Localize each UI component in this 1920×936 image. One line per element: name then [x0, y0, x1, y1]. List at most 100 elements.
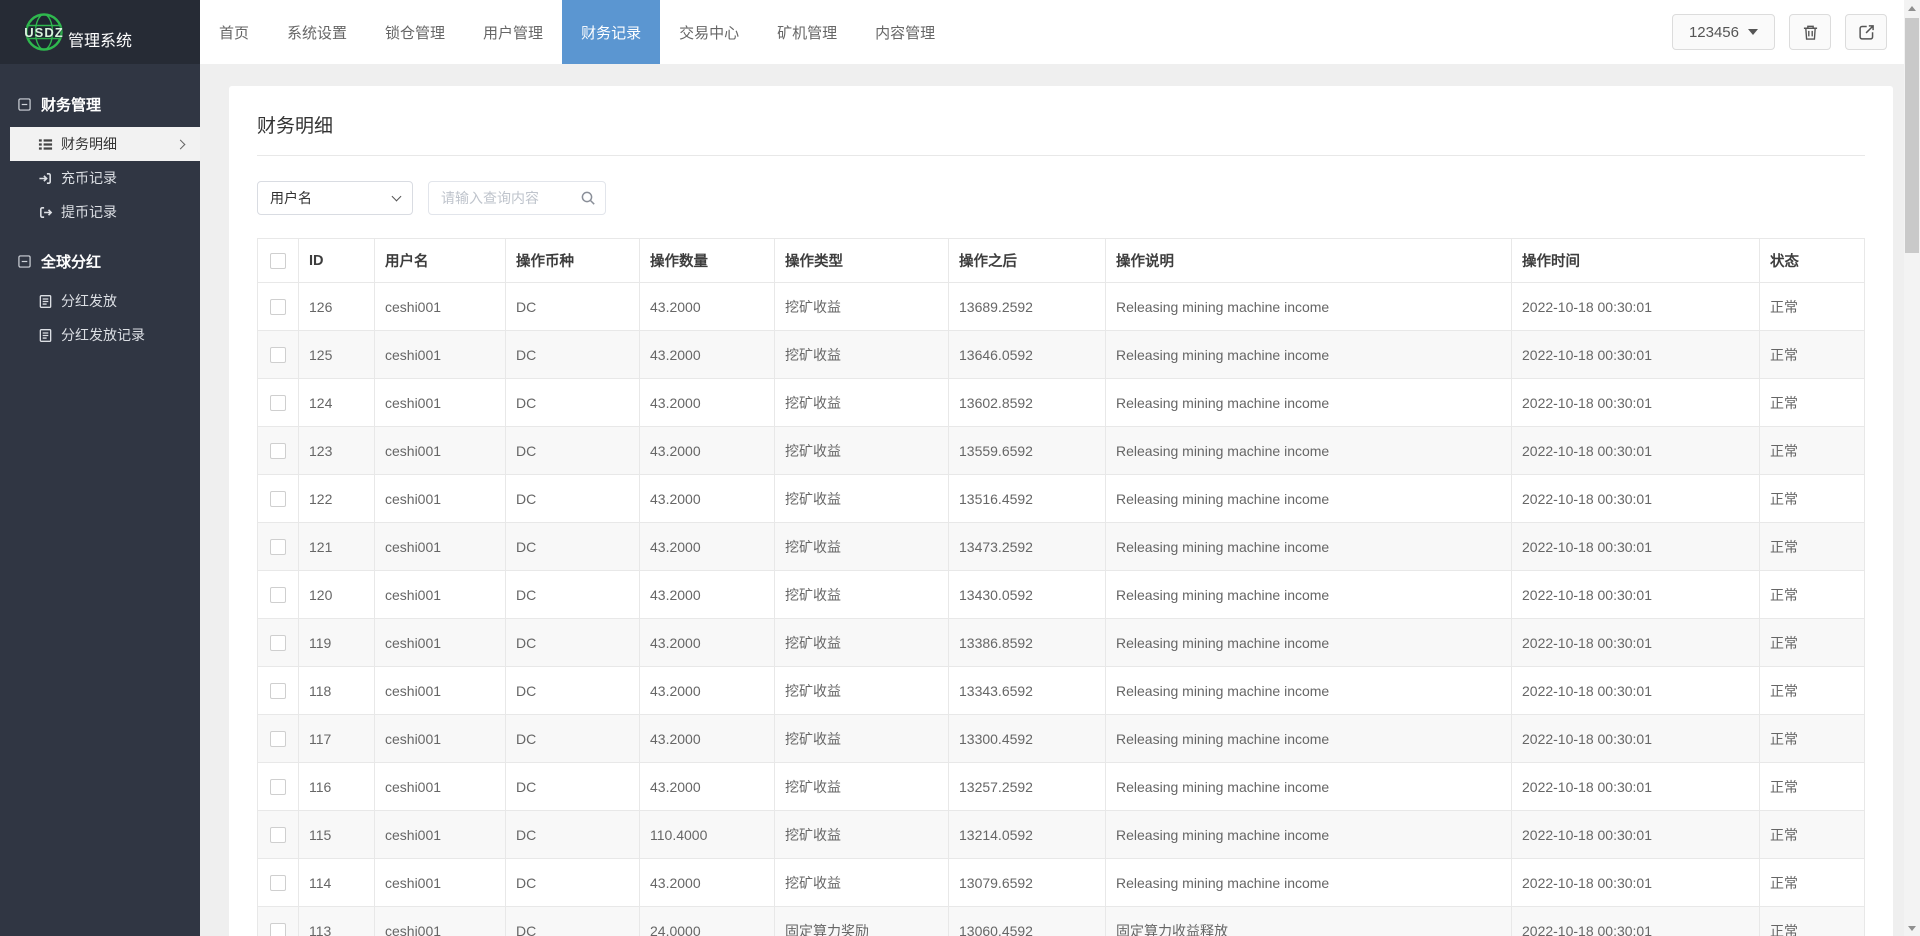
- cell-type: 挖矿收益: [775, 859, 949, 907]
- select-all-checkbox[interactable]: [270, 253, 286, 269]
- sign-out-icon: [38, 205, 53, 220]
- top-navbar: 首页 系统设置 锁仓管理 用户管理 财务记录 交易中心 矿机管理 内容管理 12…: [200, 0, 1920, 64]
- cell-username: ceshi001: [375, 907, 506, 936]
- cell-id: 116: [299, 763, 375, 811]
- cell-status: 正常: [1760, 763, 1865, 811]
- row-checkbox[interactable]: [270, 875, 286, 891]
- sidebar-section-global-dividend[interactable]: 全球分红: [0, 237, 200, 284]
- sidebar-section-label: 全球分红: [41, 251, 101, 272]
- cell-after: 13300.4592: [949, 715, 1106, 763]
- row-checkbox[interactable]: [270, 395, 286, 411]
- scroll-down-arrow[interactable]: [1904, 920, 1920, 936]
- sidebar-item-withdraw-records[interactable]: 提币记录: [0, 195, 200, 229]
- sidebar-section-finance[interactable]: 财务管理: [0, 80, 200, 127]
- cell-after: 13602.8592: [949, 379, 1106, 427]
- cell-desc: Releasing mining machine income: [1106, 331, 1512, 379]
- row-checkbox[interactable]: [270, 827, 286, 843]
- cell-desc: Releasing mining machine income: [1106, 427, 1512, 475]
- row-checkbox[interactable]: [270, 635, 286, 651]
- cell-time: 2022-10-18 00:30:01: [1512, 571, 1760, 619]
- row-checkbox[interactable]: [270, 299, 286, 315]
- clear-cache-button[interactable]: [1789, 14, 1831, 50]
- row-checkbox[interactable]: [270, 347, 286, 363]
- row-checkbox[interactable]: [270, 587, 286, 603]
- cell-coin: DC: [506, 859, 640, 907]
- sidebar-item-deposit-records[interactable]: 充币记录: [0, 161, 200, 195]
- cell-time: 2022-10-18 00:30:01: [1512, 523, 1760, 571]
- table-row: 116 ceshi001 DC 43.2000 挖矿收益 13257.2592 …: [258, 763, 1865, 811]
- col-header-coin: 操作币种: [506, 239, 640, 283]
- cell-coin: DC: [506, 715, 640, 763]
- col-header-time: 操作时间: [1512, 239, 1760, 283]
- cell-username: ceshi001: [375, 619, 506, 667]
- app-logo: USDZ 管理系统: [0, 0, 200, 64]
- cell-username: ceshi001: [375, 667, 506, 715]
- row-checkbox[interactable]: [270, 443, 286, 459]
- search-box: [428, 181, 606, 215]
- collapse-minus-icon: [18, 255, 31, 268]
- cell-type: 挖矿收益: [775, 667, 949, 715]
- cell-amount: 43.2000: [640, 427, 775, 475]
- nav-tab-finance-records[interactable]: 财务记录: [562, 0, 660, 64]
- nav-tab-system-settings[interactable]: 系统设置: [268, 0, 366, 64]
- user-dropdown-button[interactable]: 123456: [1672, 14, 1775, 50]
- row-checkbox[interactable]: [270, 491, 286, 507]
- trash-icon: [1802, 24, 1819, 41]
- cell-coin: DC: [506, 571, 640, 619]
- search-field-select[interactable]: 用户名: [257, 181, 413, 215]
- nav-tab-content-management[interactable]: 内容管理: [856, 0, 954, 64]
- cell-coin: DC: [506, 811, 640, 859]
- nav-tab-home[interactable]: 首页: [200, 0, 268, 64]
- logout-button[interactable]: [1845, 14, 1887, 50]
- cell-status: 正常: [1760, 907, 1865, 936]
- cell-type: 挖矿收益: [775, 811, 949, 859]
- cell-time: 2022-10-18 00:30:01: [1512, 907, 1760, 936]
- nav-tab-lockup-management[interactable]: 锁仓管理: [366, 0, 464, 64]
- sidebar-item-finance-detail[interactable]: 财务明细: [10, 127, 200, 161]
- row-checkbox[interactable]: [270, 779, 286, 795]
- table-row: 113 ceshi001 DC 24.0000 固定算力奖励 13060.459…: [258, 907, 1865, 936]
- cell-after: 13257.2592: [949, 763, 1106, 811]
- cell-type: 挖矿收益: [775, 475, 949, 523]
- nav-tab-trade-center[interactable]: 交易中心: [660, 0, 758, 64]
- cell-amount: 43.2000: [640, 715, 775, 763]
- row-checkbox[interactable]: [270, 539, 286, 555]
- cell-type: 挖矿收益: [775, 619, 949, 667]
- cell-username: ceshi001: [375, 715, 506, 763]
- scroll-up-arrow[interactable]: [1904, 0, 1920, 16]
- table-row: 115 ceshi001 DC 110.4000 挖矿收益 13214.0592…: [258, 811, 1865, 859]
- cell-coin: DC: [506, 475, 640, 523]
- cell-time: 2022-10-18 00:30:01: [1512, 619, 1760, 667]
- file-list-icon: [38, 294, 53, 309]
- col-header-amount: 操作数量: [640, 239, 775, 283]
- list-icon: [38, 137, 53, 152]
- sidebar-item-dividend-issue[interactable]: 分红发放: [0, 284, 200, 318]
- cell-username: ceshi001: [375, 379, 506, 427]
- row-checkbox[interactable]: [270, 731, 286, 747]
- table-row: 119 ceshi001 DC 43.2000 挖矿收益 13386.8592 …: [258, 619, 1865, 667]
- row-checkbox[interactable]: [270, 923, 286, 936]
- cell-id: 122: [299, 475, 375, 523]
- file-list-icon: [38, 328, 53, 343]
- nav-tab-user-management[interactable]: 用户管理: [464, 0, 562, 64]
- nav-tab-miner-management[interactable]: 矿机管理: [758, 0, 856, 64]
- scrollbar-thumb[interactable]: [1905, 18, 1919, 253]
- sidebar: USDZ 管理系统 财务管理 财务明细 充币记录 提币记录 全球分红 分红发放: [0, 0, 200, 936]
- row-checkbox[interactable]: [270, 683, 286, 699]
- search-icon[interactable]: [580, 190, 596, 206]
- cell-id: 113: [299, 907, 375, 936]
- vertical-scrollbar[interactable]: [1904, 0, 1920, 936]
- cell-coin: DC: [506, 331, 640, 379]
- cell-coin: DC: [506, 283, 640, 331]
- sidebar-item-dividend-records[interactable]: 分红发放记录: [0, 318, 200, 352]
- cell-status: 正常: [1760, 811, 1865, 859]
- table-row: 121 ceshi001 DC 43.2000 挖矿收益 13473.2592 …: [258, 523, 1865, 571]
- cell-status: 正常: [1760, 427, 1865, 475]
- cell-id: 121: [299, 523, 375, 571]
- col-header-username: 用户名: [375, 239, 506, 283]
- cell-desc: Releasing mining machine income: [1106, 523, 1512, 571]
- cell-time: 2022-10-18 00:30:01: [1512, 811, 1760, 859]
- cell-status: 正常: [1760, 523, 1865, 571]
- cell-after: 13386.8592: [949, 619, 1106, 667]
- sidebar-item-label: 充币记录: [61, 168, 117, 188]
